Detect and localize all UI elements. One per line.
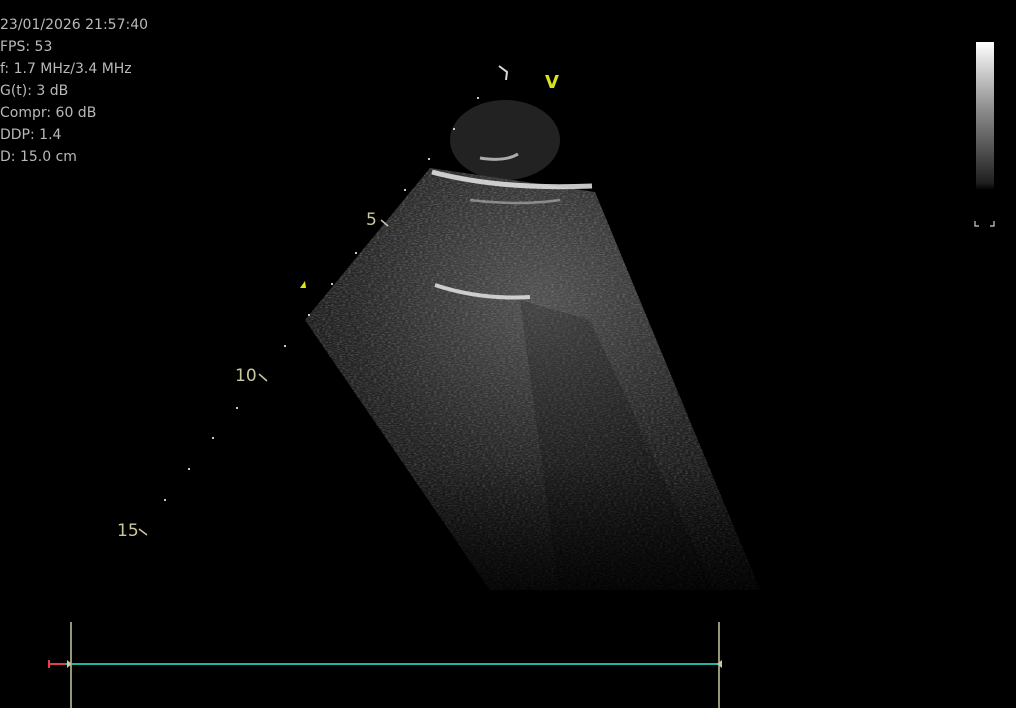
ultrasound-screen: 23/01/2026 21:57:40 FPS: 53 f: 1.7 MHz/3… xyxy=(0,0,1016,708)
ddp-text: DDP: 1.4 xyxy=(0,127,62,143)
acquisition-info-panel: 23/01/2026 21:57:40 FPS: 53 f: 1.7 MHz/3… xyxy=(0,14,148,168)
grayscale-bar xyxy=(976,42,994,190)
orientation-marker: V xyxy=(545,72,559,93)
datetime-text: 23/01/2026 21:57:40 xyxy=(0,17,149,33)
fps-text: FPS: 53 xyxy=(0,39,53,55)
gain-text: G(t): 3 dB xyxy=(0,83,69,99)
compression-text: Compr: 60 dB xyxy=(0,105,97,121)
depth-text: D: 15.0 cm xyxy=(0,149,77,165)
depth-label-5: 5 xyxy=(366,210,377,230)
depth-label-10: 10 xyxy=(235,366,257,386)
depth-label-15: 15 xyxy=(117,521,139,541)
ecg-trace-panel xyxy=(48,622,722,708)
frequency-text: f: 1.7 MHz/3.4 MHz xyxy=(0,61,132,77)
